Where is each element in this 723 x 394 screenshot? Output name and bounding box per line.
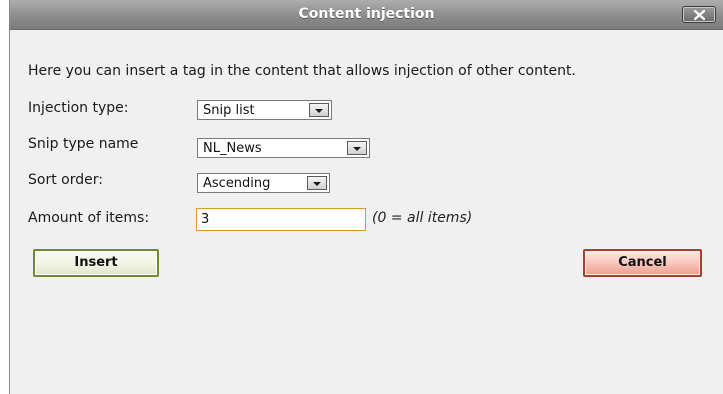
cancel-button[interactable]: Cancel bbox=[583, 249, 702, 277]
chevron-down-icon[interactable] bbox=[307, 176, 327, 190]
sort-order-value: Ascending bbox=[203, 176, 271, 191]
sort-order-label: Sort order: bbox=[28, 172, 103, 188]
content-injection-dialog: Content injection Here you can insert a … bbox=[9, 0, 723, 394]
title-bar[interactable]: Content injection bbox=[10, 0, 723, 30]
injection-type-value: Snip list bbox=[203, 103, 255, 118]
snip-type-name-select[interactable]: NL_News bbox=[197, 138, 370, 158]
dialog-description: Here you can insert a tag in the content… bbox=[28, 63, 576, 79]
amount-of-items-label: Amount of items: bbox=[28, 210, 150, 226]
injection-type-select[interactable]: Snip list bbox=[197, 100, 332, 120]
chevron-down-icon[interactable] bbox=[309, 103, 329, 117]
dialog-title: Content injection bbox=[298, 6, 435, 22]
amount-of-items-input[interactable] bbox=[196, 208, 366, 231]
sort-order-select[interactable]: Ascending bbox=[197, 173, 330, 193]
snip-type-name-value: NL_News bbox=[203, 141, 262, 156]
amount-hint: (0 = all items) bbox=[372, 210, 473, 226]
chevron-down-icon[interactable] bbox=[347, 141, 367, 155]
close-icon bbox=[694, 10, 705, 20]
injection-type-label: Injection type: bbox=[28, 100, 129, 116]
snip-type-name-label: Snip type name bbox=[28, 136, 139, 152]
close-button[interactable] bbox=[682, 6, 716, 23]
insert-button[interactable]: Insert bbox=[33, 249, 159, 277]
